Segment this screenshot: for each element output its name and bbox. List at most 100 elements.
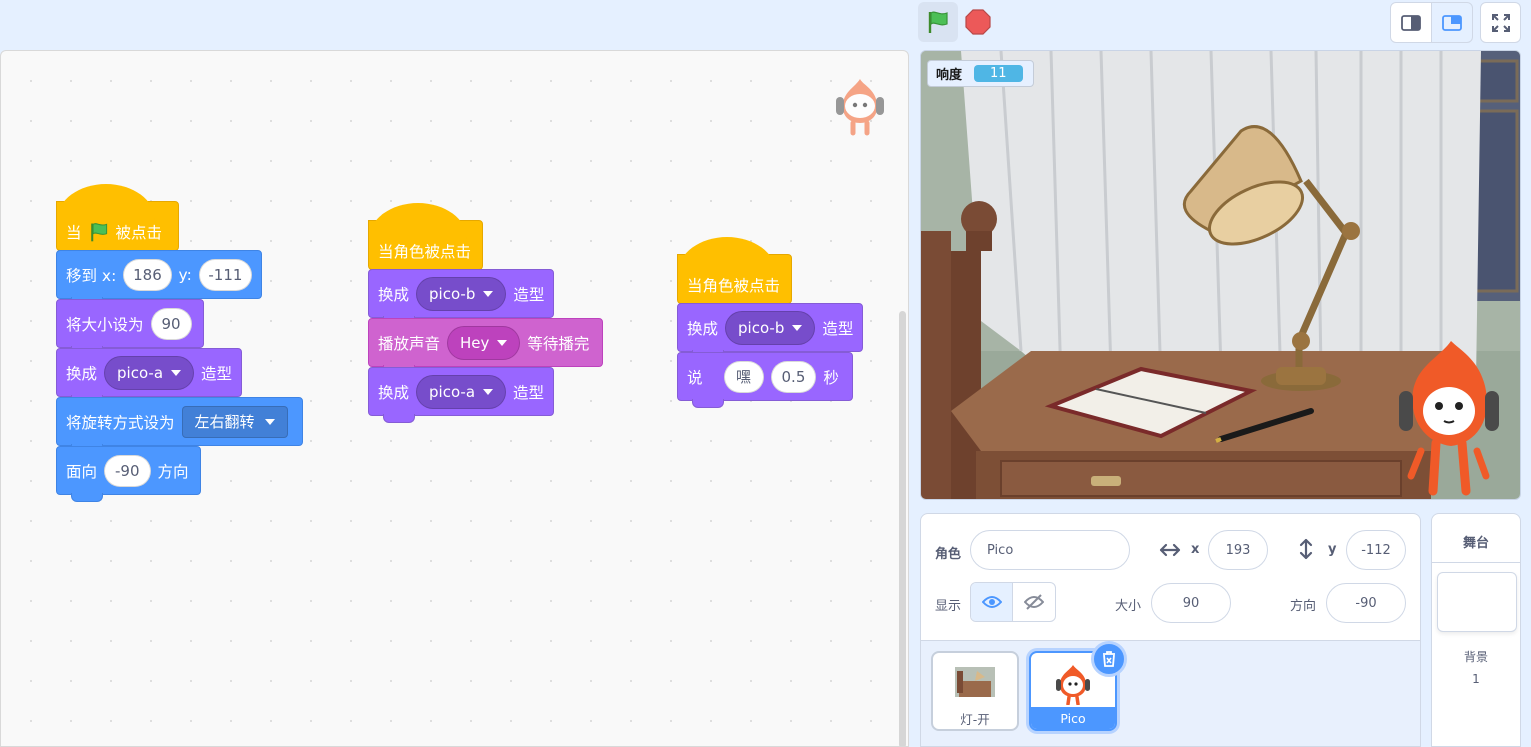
costume-dropdown[interactable]: pico-b [725,310,816,345]
block-text: 将大小设为 [66,315,144,334]
backdrops-label: 背景 [1463,650,1488,664]
direction-input[interactable]: -90 [1326,583,1406,623]
show-sprite-button[interactable] [971,583,1014,621]
say-for-secs-block[interactable]: 说 嘿 0.5 秒 [677,352,853,408]
switch-costume-block[interactable]: 换成 pico-a 造型 [56,348,242,404]
code-area[interactable]: 当 被点击 移到 x: 186 y: -111 将大小设为 90 换成 pico… [0,50,909,747]
block-text: 造型 [513,285,545,304]
costume-dropdown[interactable]: pico-b [416,276,507,311]
rotation-style-dropdown[interactable]: 左右翻转 [181,405,288,438]
dropdown-value: pico-b [738,318,785,337]
block-text: 当角色被点击 [687,277,781,295]
block-text: y: [178,265,192,284]
direction-input[interactable]: -90 [104,454,151,487]
seconds-input[interactable]: 0.5 [770,360,817,393]
y-input[interactable]: -112 [1346,530,1406,570]
block-text: 被点击 [115,224,163,242]
set-size-block[interactable]: 将大小设为 90 [56,299,204,355]
chevron-down-icon [483,388,494,395]
block-text: 面向 [66,462,98,481]
variable-monitor[interactable]: 响度 11 [927,60,1034,87]
block-text: 造型 [822,319,854,338]
sprite-thumbnail-lamp[interactable]: 灯-开 [931,651,1019,731]
dropdown-value: pico-b [429,284,476,303]
stop-icon [965,9,991,35]
variable-name: 响度 [936,68,963,83]
stage-selector[interactable]: 舞台 背景 1 [1431,513,1521,747]
stage[interactable]: 响度 11 [920,50,1521,500]
dropdown-value: 左右翻转 [194,413,255,431]
sprite-name: 灯-开 [960,711,990,727]
block-text: 换成 [687,319,719,338]
x-label: x [1191,542,1200,557]
block-text: 换成 [378,285,410,304]
small-stage-icon [1401,14,1421,31]
variable-value: 11 [974,65,1023,82]
pico-thumbnail-image [1056,665,1090,705]
block-text: 换成 [66,364,98,383]
sound-dropdown[interactable]: Hey [447,325,521,360]
delete-sprite-button[interactable] [1091,641,1127,677]
block-text: 移到 x: [66,266,117,285]
sprite-name: Pico [1031,707,1115,729]
play-sound-until-done-block[interactable]: 播放声音 Hey 等待播完 [368,318,603,374]
message-input[interactable]: 嘿 [723,360,764,393]
sprite-info-pane: 角色 Pico x 193 y -112 显示 大小 90 方向 -90 灯-开… [920,513,1421,747]
when-sprite-clicked-block[interactable]: 当角色被点击 [677,237,792,311]
hide-sprite-button[interactable] [1013,583,1055,621]
goto-xy-block[interactable]: 移到 x: 186 y: -111 [56,250,262,306]
size-input[interactable]: 90 [150,307,192,340]
switch-costume-block[interactable]: 换成 pico-b 造型 [677,303,863,359]
lamp-thumbnail-image [955,667,995,697]
sprite-name-input[interactable]: Pico [970,530,1130,570]
green-flag-button[interactable] [918,2,958,42]
small-stage-button[interactable] [1390,2,1432,43]
x-input[interactable]: 193 [1208,530,1268,570]
chevron-down-icon [264,418,275,425]
block-text: 秒 [823,368,839,387]
block-text: 将旋转方式设为 [66,413,175,432]
stop-button[interactable] [958,2,998,42]
backdrop-thumbnail[interactable] [1437,572,1517,632]
block-text: 说 [687,368,703,387]
show-toggle-group [970,582,1056,622]
green-flag-icon [928,11,948,33]
costume-dropdown[interactable]: pico-a [104,355,195,390]
y-label: y [1328,542,1337,557]
switch-costume-block[interactable]: 换成 pico-a 造型 [368,367,554,423]
fullscreen-button[interactable] [1480,2,1521,43]
costume-dropdown[interactable]: pico-a [416,374,507,409]
show-label: 显示 [935,599,962,614]
y-input[interactable]: -111 [198,258,252,291]
block-text: 播放声音 [378,334,441,353]
sprite-watermark [833,75,887,141]
block-text: 换成 [378,383,410,402]
block-text: 当角色被点击 [378,243,472,261]
x-input[interactable]: 186 [123,258,172,291]
point-in-direction-block[interactable]: 面向 -90 方向 [56,446,201,502]
stage-title: 舞台 [1462,536,1489,551]
horizontal-arrows-icon [1159,543,1181,557]
block-text: 造型 [201,364,233,383]
when-flag-clicked-block[interactable]: 当 被点击 [56,184,179,258]
stage-header-divider [1432,562,1520,563]
dropdown-value: pico-a [117,363,164,382]
switch-costume-block[interactable]: 换成 pico-b 造型 [368,269,554,325]
green-flag-icon [90,223,107,242]
trash-icon [1103,651,1115,667]
set-rotation-style-block[interactable]: 将旋转方式设为 左右翻转 [56,397,303,453]
large-stage-icon [1442,14,1462,31]
dropdown-value: Hey [460,333,490,352]
sprite-label: 角色 [935,547,962,562]
size-label: 大小 [1115,599,1142,614]
size-input[interactable]: 90 [1151,583,1231,623]
eye-icon [981,596,1002,608]
chevron-down-icon [171,369,182,376]
fullscreen-icon [1491,13,1510,32]
chevron-down-icon [497,339,508,346]
sprite-info: 角色 Pico x 193 y -112 显示 大小 90 方向 -90 [921,514,1420,641]
when-sprite-clicked-block[interactable]: 当角色被点击 [368,203,483,277]
large-stage-button[interactable] [1431,2,1473,43]
block-text: 方向 [157,462,189,481]
vertical-scrollbar[interactable] [899,311,906,746]
